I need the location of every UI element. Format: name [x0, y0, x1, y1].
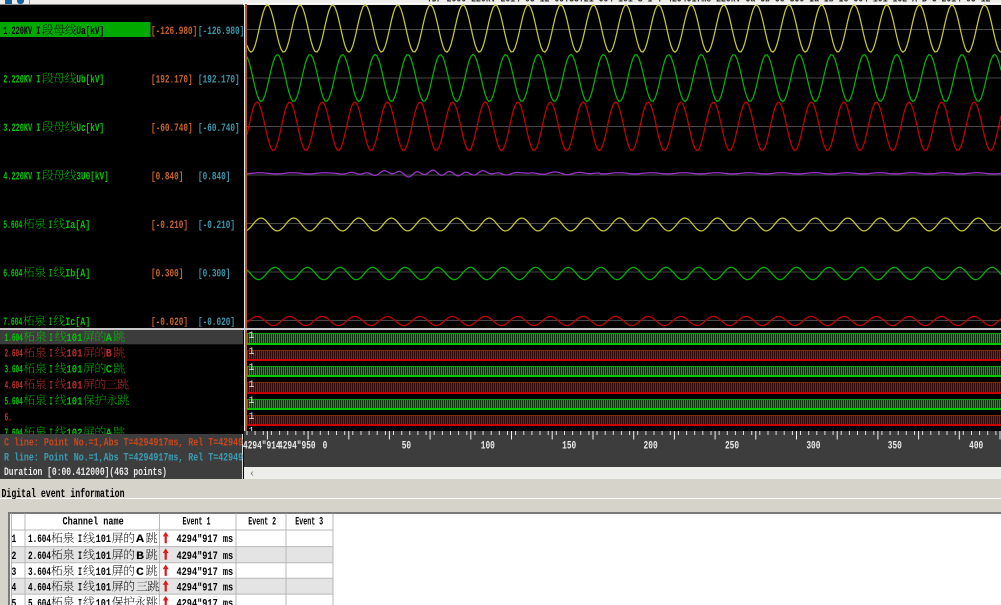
svg-text:4294"917 ms: 4294"917 ms [177, 598, 234, 605]
svg-text:5: 5 [12, 598, 17, 605]
svg-text:5.604: 5.604 [28, 598, 51, 605]
svg-text:101: 101 [96, 567, 112, 579]
svg-text:Channel name: Channel name [63, 517, 125, 529]
svg-text:I: I [78, 534, 82, 546]
svg-text:A: A [136, 534, 144, 546]
svg-text:C: C [136, 567, 144, 579]
svg-text:2: 2 [12, 551, 17, 563]
svg-text:I: I [78, 583, 82, 595]
svg-text:4294"917 ms: 4294"917 ms [177, 551, 234, 563]
svg-text:B: B [136, 551, 144, 563]
svg-text:4294"917 ms: 4294"917 ms [177, 567, 234, 579]
svg-text:I: I [78, 567, 82, 579]
svg-text:101: 101 [96, 598, 112, 605]
svg-text:2.604: 2.604 [28, 551, 51, 563]
svg-text:I: I [78, 598, 82, 605]
svg-text:101: 101 [96, 583, 112, 595]
svg-text:101: 101 [96, 534, 112, 546]
svg-text:4.604: 4.604 [28, 583, 51, 595]
svg-text:4294"917 ms: 4294"917 ms [177, 534, 234, 546]
svg-text:1: 1 [12, 534, 17, 546]
svg-text:101: 101 [96, 551, 112, 563]
svg-text:1.604: 1.604 [28, 534, 51, 546]
svg-text:4: 4 [12, 583, 17, 595]
svg-text:3: 3 [12, 567, 17, 579]
svg-text:4294"917 ms: 4294"917 ms [177, 583, 234, 595]
svg-text:Event 2: Event 2 [248, 517, 276, 529]
svg-text:Event 3: Event 3 [295, 517, 323, 529]
svg-text:I: I [78, 551, 82, 563]
svg-text:3.604: 3.604 [28, 567, 51, 579]
svg-text:Event 1: Event 1 [183, 517, 211, 529]
